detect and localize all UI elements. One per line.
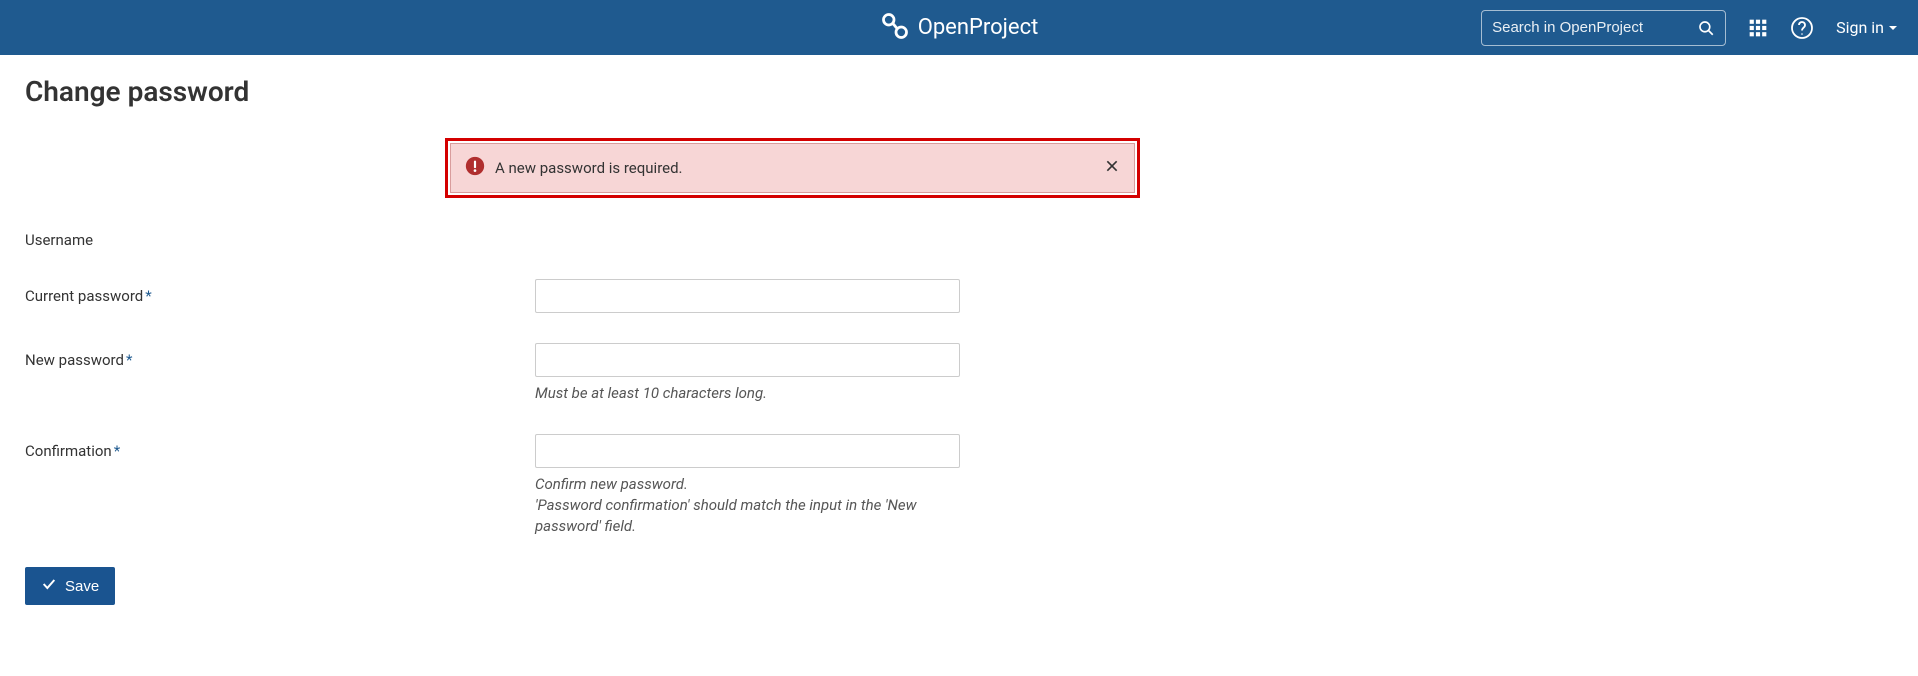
page-title: Change password xyxy=(25,75,1535,108)
form-row-username: Username xyxy=(25,223,1535,249)
form-row-confirmation: Confirmation* Confirm new password. 'Pas… xyxy=(25,434,1535,537)
app-logo[interactable]: OpenProject xyxy=(880,11,1039,45)
new-password-hint: Must be at least 10 characters long. xyxy=(535,383,960,404)
current-password-field[interactable] xyxy=(535,279,960,313)
help-icon[interactable] xyxy=(1790,16,1814,40)
alert-message: A new password is required. xyxy=(495,159,1094,177)
app-name: OpenProject xyxy=(918,15,1039,40)
search-icon[interactable] xyxy=(1697,19,1715,37)
form-row-current-password: Current password* xyxy=(25,279,1535,313)
confirmation-label: Confirmation* xyxy=(25,434,535,460)
chevron-down-icon xyxy=(1888,18,1898,37)
search-input[interactable] xyxy=(1492,19,1697,36)
close-icon[interactable] xyxy=(1104,158,1120,178)
sign-in-label: Sign in xyxy=(1836,18,1884,37)
error-icon xyxy=(465,156,485,180)
confirmation-field[interactable] xyxy=(535,434,960,468)
check-icon xyxy=(41,576,57,596)
alert-banner-wrap: A new password is required. xyxy=(445,138,1140,198)
username-label: Username xyxy=(25,223,535,249)
alert-banner: A new password is required. xyxy=(450,143,1135,193)
form-row-new-password: New password* Must be at least 10 charac… xyxy=(25,343,1535,404)
sign-in-link[interactable]: Sign in xyxy=(1836,18,1898,37)
save-button[interactable]: Save xyxy=(25,567,115,605)
search-box[interactable] xyxy=(1481,10,1726,46)
new-password-label: New password* xyxy=(25,343,535,369)
new-password-field[interactable] xyxy=(535,343,960,377)
top-header: OpenProject xyxy=(0,0,1918,55)
apps-grid-icon[interactable] xyxy=(1748,18,1768,38)
confirmation-hint: Confirm new password. 'Password confirma… xyxy=(535,474,960,537)
openproject-logo-icon xyxy=(880,11,910,45)
save-button-label: Save xyxy=(65,578,99,595)
page-content: Change password A new password is requir… xyxy=(0,55,1560,625)
current-password-label: Current password* xyxy=(25,279,535,305)
